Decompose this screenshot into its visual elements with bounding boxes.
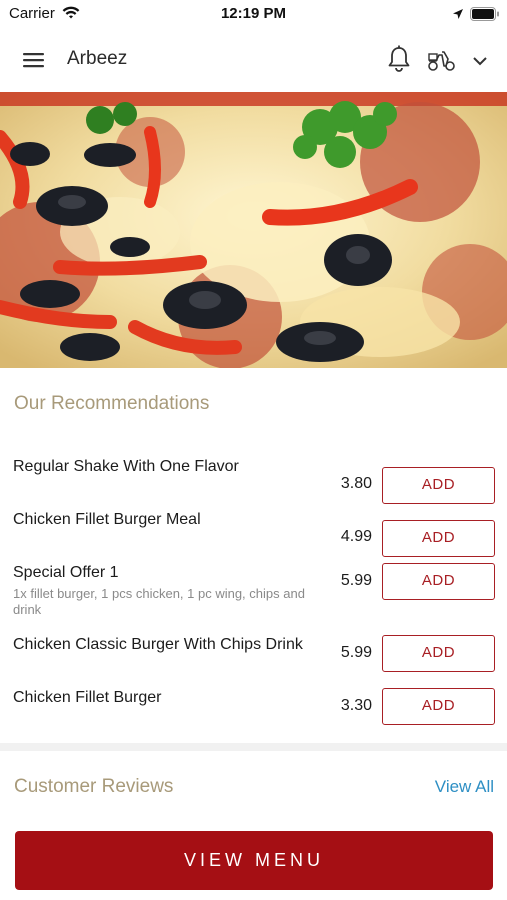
scooter-icon — [426, 46, 458, 79]
add-button[interactable]: ADD — [382, 467, 495, 504]
item-price: 3.30 — [340, 697, 372, 714]
chevron-down-icon — [472, 54, 488, 72]
restaurant-title: Arbeez — [67, 48, 128, 69]
hamburger-menu-icon[interactable] — [20, 48, 48, 72]
view-all-link[interactable]: View All — [400, 777, 494, 797]
add-button[interactable]: ADD — [382, 520, 495, 557]
location-arrow-icon — [452, 7, 464, 25]
item-price: 4.99 — [340, 528, 372, 545]
recommendations-title: Our Recommendations — [14, 393, 210, 414]
view-menu-button[interactable]: VIEW MENU — [15, 831, 493, 890]
item-name: Regular Shake With One Flavor — [13, 458, 239, 475]
add-button[interactable]: ADD — [382, 688, 495, 725]
item-name: Chicken Fillet Burger — [13, 689, 162, 706]
item-description: 1x fillet burger, 1 pcs chicken, 1 pc wi… — [13, 586, 305, 617]
item-name: Chicken Fillet Burger Meal — [13, 511, 201, 528]
item-price: 5.99 — [340, 644, 372, 661]
reviews-title: Customer Reviews — [14, 776, 174, 797]
status-time: 12:19 PM — [220, 5, 287, 22]
item-name: Special Offer 1 — [13, 564, 119, 581]
hero-pizza-image — [0, 92, 507, 368]
add-button[interactable]: ADD — [382, 563, 495, 600]
battery-icon — [470, 7, 500, 26]
status-bar: Carrier 12:19 PM — [0, 0, 507, 28]
section-divider — [0, 743, 507, 751]
order-type-selector[interactable] — [426, 46, 492, 74]
item-price: 3.80 — [340, 475, 372, 492]
add-button[interactable]: ADD — [382, 635, 495, 672]
bell-icon[interactable] — [385, 44, 413, 74]
item-price: 5.99 — [340, 572, 372, 589]
item-name: Chicken Classic Burger With Chips Drink — [13, 636, 303, 653]
nav-bar: Arbeez — [0, 28, 507, 92]
